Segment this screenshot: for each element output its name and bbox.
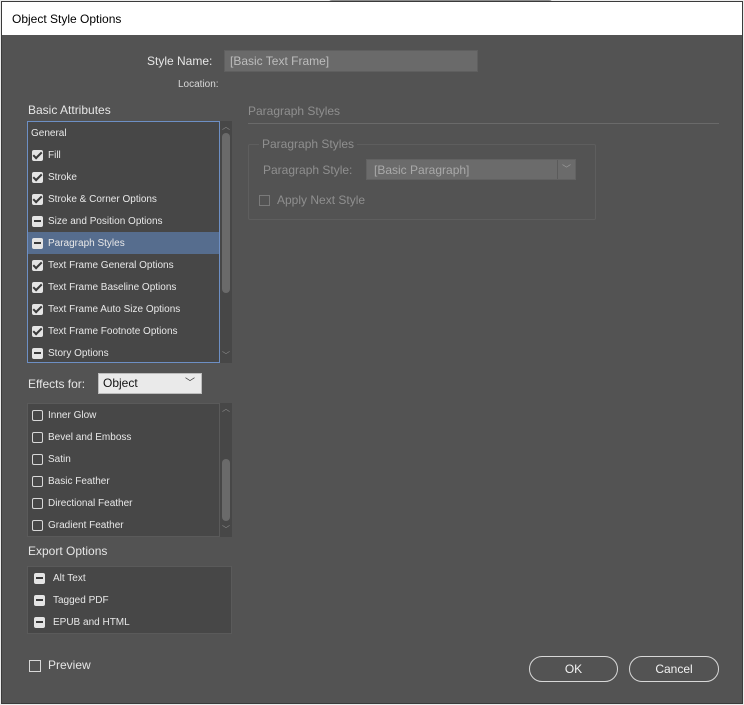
checkmark-icon[interactable] xyxy=(32,259,43,271)
checkbox-icon[interactable] xyxy=(32,519,43,531)
export-option-label: Alt Text xyxy=(53,572,86,584)
basic-attribute-label: Text Frame Auto Size Options xyxy=(48,303,181,315)
basic-attributes-scrollbar[interactable]: ︿ ﹀ xyxy=(220,121,232,363)
export-options-heading: Export Options xyxy=(28,544,108,558)
effect-row[interactable]: Directional Feather xyxy=(28,492,219,514)
export-option-row[interactable]: EPUB and HTML xyxy=(28,611,231,633)
effect-label: Basic Feather xyxy=(48,475,110,487)
paragraph-style-value: [Basic Paragraph] xyxy=(374,163,470,177)
chevron-down-icon: ﹀ xyxy=(557,160,575,179)
effect-label: Gradient Feather xyxy=(48,519,124,531)
minus-icon[interactable] xyxy=(34,572,45,584)
checkbox-icon[interactable] xyxy=(32,497,43,509)
effect-label: Satin xyxy=(48,453,71,465)
panel-heading: Paragraph Styles xyxy=(248,104,341,118)
window-title: Object Style Options xyxy=(12,12,122,26)
scroll-thumb[interactable] xyxy=(222,133,230,293)
export-option-row[interactable]: Alt Text xyxy=(28,567,231,589)
basic-attribute-row[interactable]: Paragraph Styles xyxy=(28,232,219,254)
effect-label: Directional Feather xyxy=(48,497,133,509)
title-bar: Object Style Options xyxy=(2,2,742,35)
export-option-label: Tagged PDF xyxy=(53,594,109,606)
effect-row[interactable]: Basic Feather xyxy=(28,470,219,492)
basic-attribute-label: Stroke xyxy=(48,171,77,183)
scroll-up-icon[interactable]: ︿ xyxy=(221,403,231,414)
basic-attribute-label: Paragraph Styles xyxy=(48,237,125,249)
basic-attribute-row[interactable]: Stroke xyxy=(28,166,219,188)
panel-divider xyxy=(248,123,719,124)
paragraph-style-dropdown[interactable]: [Basic Paragraph] ﹀ xyxy=(366,159,576,180)
effect-row[interactable]: Inner Glow xyxy=(28,404,219,426)
effects-scrollbar[interactable]: ︿ ﹀ xyxy=(220,403,232,537)
checkmark-icon[interactable] xyxy=(32,193,43,205)
basic-attribute-label: Text Frame Baseline Options xyxy=(48,281,177,293)
basic-attribute-row[interactable]: Text Frame Baseline Options xyxy=(28,276,219,298)
minus-icon[interactable] xyxy=(34,616,45,628)
basic-attribute-label: Stroke & Corner Options xyxy=(48,193,157,205)
effects-for-value: Object xyxy=(103,376,138,390)
effect-label: Bevel and Emboss xyxy=(48,431,132,443)
basic-attribute-label: Story Options xyxy=(48,347,109,359)
minus-icon[interactable] xyxy=(32,347,43,359)
basic-attribute-label: General xyxy=(31,127,67,139)
basic-attribute-label: Text Frame Footnote Options xyxy=(48,325,178,337)
scroll-down-icon[interactable]: ﹀ xyxy=(221,350,231,361)
apply-next-style-checkbox[interactable] xyxy=(259,195,270,206)
basic-attributes-heading: Basic Attributes xyxy=(28,103,111,117)
effect-row[interactable]: Bevel and Emboss xyxy=(28,426,219,448)
checkbox-icon[interactable] xyxy=(32,431,43,443)
chevron-down-icon: ﹀ xyxy=(185,378,195,389)
ok-button[interactable]: OK xyxy=(529,656,618,682)
export-options-list: Alt Text Tagged PDF EPUB and HTML xyxy=(27,566,232,634)
checkbox-icon[interactable] xyxy=(32,475,43,487)
style-name-input[interactable]: [Basic Text Frame] xyxy=(224,50,478,72)
effects-for-label: Effects for: xyxy=(28,377,86,391)
scroll-up-icon[interactable]: ︿ xyxy=(221,121,231,132)
checkmark-icon[interactable] xyxy=(32,325,43,337)
style-name-label: Style Name: xyxy=(147,54,213,68)
location-label: Location: xyxy=(178,79,219,90)
basic-attribute-row[interactable]: Story Options xyxy=(28,342,219,362)
checkbox-icon[interactable] xyxy=(32,453,43,465)
checkmark-icon[interactable] xyxy=(32,303,43,315)
export-option-label: EPUB and HTML xyxy=(53,616,130,628)
scroll-down-icon[interactable]: ﹀ xyxy=(221,524,231,535)
minus-icon[interactable] xyxy=(34,594,45,606)
basic-attribute-row[interactable]: Text Frame Footnote Options xyxy=(28,320,219,342)
checkmark-icon[interactable] xyxy=(32,281,43,293)
basic-attribute-row[interactable]: Text Frame Auto Size Options xyxy=(28,298,219,320)
effect-row[interactable]: Gradient Feather xyxy=(28,514,219,536)
preview-checkbox[interactable] xyxy=(29,660,41,672)
basic-attributes-list: General Fill Stroke Stroke & Corner Options… xyxy=(27,121,220,363)
basic-attribute-row[interactable]: Size and Position Options xyxy=(28,210,219,232)
effect-label: Inner Glow xyxy=(48,409,97,421)
checkmark-icon[interactable] xyxy=(32,149,43,161)
basic-attribute-label: Size and Position Options xyxy=(48,215,163,227)
checkbox-icon[interactable] xyxy=(32,409,43,421)
export-option-row[interactable]: Tagged PDF xyxy=(28,589,231,611)
apply-next-style-label: Apply Next Style xyxy=(277,193,366,207)
preview-label: Preview xyxy=(48,658,91,672)
minus-icon[interactable] xyxy=(32,215,43,227)
basic-attribute-row[interactable]: Text Frame General Options xyxy=(28,254,219,276)
basic-attribute-label: Text Frame General Options xyxy=(48,259,174,271)
checkmark-icon[interactable] xyxy=(32,171,43,183)
cancel-button[interactable]: Cancel xyxy=(629,656,719,682)
paragraph-styles-group-title: Paragraph Styles xyxy=(259,137,358,151)
effects-list: Inner Glow Bevel and Emboss Satin Basic Fea… xyxy=(27,403,220,537)
paragraph-style-label: Paragraph Style: xyxy=(263,163,353,177)
scroll-thumb[interactable] xyxy=(222,459,230,521)
basic-attribute-row[interactable]: Stroke & Corner Options xyxy=(28,188,219,210)
effect-row[interactable]: Satin xyxy=(28,448,219,470)
basic-attribute-row[interactable]: Fill xyxy=(28,144,219,166)
basic-attribute-row[interactable]: General xyxy=(28,122,219,144)
paragraph-styles-group xyxy=(248,144,596,220)
basic-attribute-label: Fill xyxy=(48,149,61,161)
object-style-options-dialog: Object Style Options Style Name: [Basic … xyxy=(1,1,743,704)
minus-icon[interactable] xyxy=(32,237,43,249)
effects-for-dropdown[interactable]: Object ﹀ xyxy=(98,373,202,394)
